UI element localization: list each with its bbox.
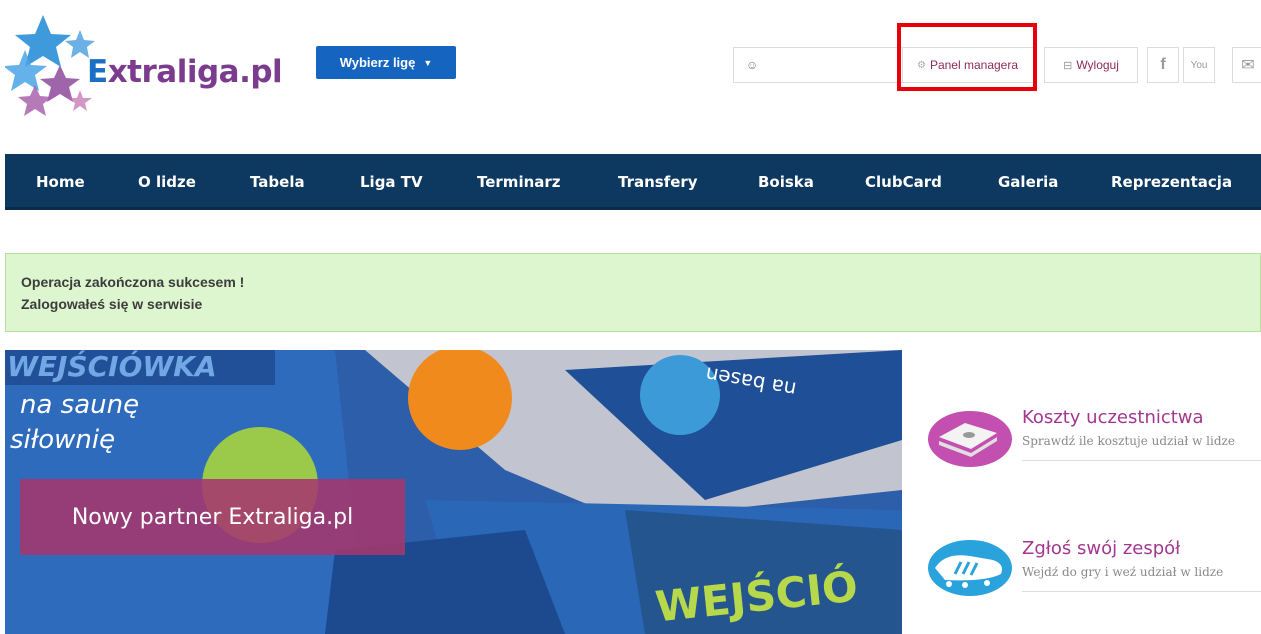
logout-label: Wyloguj xyxy=(1076,58,1119,72)
highlight-box xyxy=(897,23,1037,91)
user-field[interactable]: ☺ xyxy=(733,47,903,83)
nav-clubcard[interactable]: ClubCard xyxy=(865,154,942,210)
lock-icon: ⊟ xyxy=(1063,59,1073,72)
facebook-glyph: f xyxy=(1160,56,1166,73)
alert-line-1: Operacja zakończona sukcesem ! xyxy=(21,274,245,290)
nav-o-lidze[interactable]: O lidze xyxy=(138,154,196,210)
divider xyxy=(1022,460,1261,461)
divider xyxy=(1022,591,1261,592)
youtube-icon[interactable]: You xyxy=(1183,47,1215,83)
hero-banner[interactable]: WEJŚCIÓWKA na saunę siłownię WEJŚCIÓ na … xyxy=(5,350,902,634)
nav-boiska[interactable]: Boiska xyxy=(758,154,814,210)
photo-text: siłownię xyxy=(10,425,116,455)
nav-galeria[interactable]: Galeria xyxy=(998,154,1058,210)
photo-text: na saunę xyxy=(20,390,140,420)
ticket-icon xyxy=(928,411,1012,467)
nav-liga-tv[interactable]: Liga TV xyxy=(360,154,423,210)
facebook-icon[interactable]: f xyxy=(1147,47,1179,83)
logo-text: Extraliga.pl xyxy=(87,54,283,90)
football-boot-icon xyxy=(928,540,1012,596)
nav-transfery[interactable]: Transfery xyxy=(618,154,698,210)
mail-glyph: ✉ xyxy=(1241,57,1255,74)
success-alert: Operacja zakończona sukcesem ! Zalogował… xyxy=(5,253,1261,332)
register-team-title: Zgłoś swój zespół xyxy=(1022,538,1181,559)
chevron-down-icon: ▼ xyxy=(423,57,433,68)
user-icon: ☺ xyxy=(746,58,759,72)
logout-link[interactable]: ⊟ Wyloguj xyxy=(1044,47,1138,83)
register-team-subtitle: Wejdź do gry i weź udział w lidze xyxy=(1022,565,1224,579)
choose-league-button[interactable]: Wybierz ligę ▼ xyxy=(316,46,456,79)
nav-reprezentacja[interactable]: Reprezentacja xyxy=(1111,154,1232,210)
banner-caption[interactable]: Nowy partner Extraliga.pl xyxy=(20,479,405,555)
nav-tabela[interactable]: Tabela xyxy=(250,154,305,210)
cost-card-subtitle: Sprawdź ile kosztuje udział w lidze xyxy=(1022,434,1235,448)
alert-line-2: Zalogowałeś się w serwisie xyxy=(21,296,203,312)
main-nav: Home O lidze Tabela Liga TV Terminarz Tr… xyxy=(5,154,1261,210)
nav-home[interactable]: Home xyxy=(36,154,85,210)
mail-icon[interactable]: ✉ xyxy=(1232,47,1261,83)
nav-terminarz[interactable]: Terminarz xyxy=(477,154,561,210)
youtube-glyph: You xyxy=(1190,59,1208,71)
site-logo[interactable]: Extraliga.pl xyxy=(3,10,283,125)
register-team-card[interactable]: Zgłoś swój zespół Wejdź do gry i weź udz… xyxy=(925,532,1261,604)
choose-league-label: Wybierz ligę xyxy=(339,55,416,70)
cost-card[interactable]: Koszty uczestnictwa Sprawdź ile kosztuje… xyxy=(925,401,1261,473)
photo-text: WEJŚCIÓWKA xyxy=(7,350,217,383)
cost-card-title: Koszty uczestnictwa xyxy=(1022,407,1204,428)
